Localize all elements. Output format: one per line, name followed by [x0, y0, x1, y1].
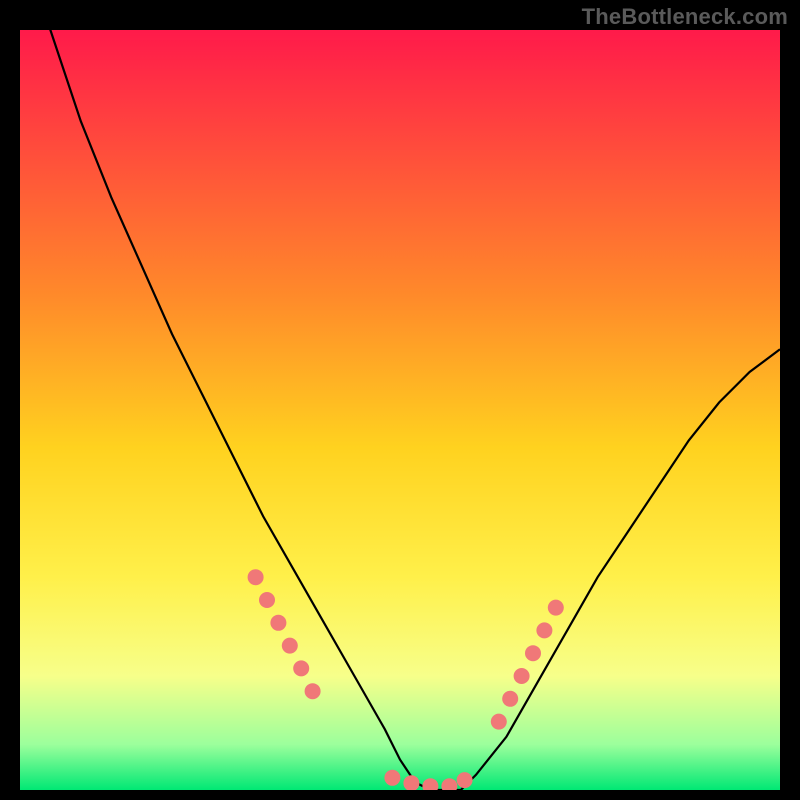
data-dot: [293, 660, 309, 676]
data-dot: [282, 638, 298, 654]
gradient-background: [20, 30, 780, 790]
data-dot: [305, 683, 321, 699]
data-dot: [384, 770, 400, 786]
data-dot: [491, 714, 507, 730]
data-dot: [457, 772, 473, 788]
data-dot: [514, 668, 530, 684]
data-dot: [525, 645, 541, 661]
data-dot: [502, 691, 518, 707]
data-dot: [248, 569, 264, 585]
data-dot: [259, 592, 275, 608]
watermark-text: TheBottleneck.com: [582, 4, 788, 30]
data-dot: [536, 622, 552, 638]
chart-svg: [20, 30, 780, 790]
plot-area: [20, 30, 780, 790]
chart-frame: TheBottleneck.com: [0, 0, 800, 800]
data-dot: [548, 600, 564, 616]
data-dot: [270, 615, 286, 631]
